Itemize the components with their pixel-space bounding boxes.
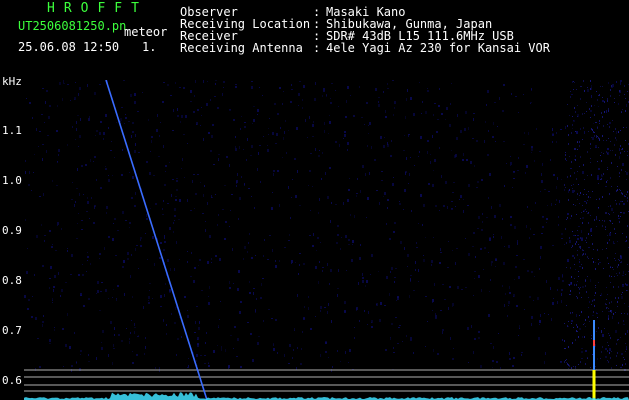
y-tick-label: 1.1 bbox=[2, 124, 22, 137]
station-info-label: Receiving Antenna bbox=[180, 41, 303, 55]
y-tick-label: 0.7 bbox=[2, 324, 22, 337]
event-type-label: meteor bbox=[124, 25, 168, 39]
station-info-row-antenna: Receiving Antenna bbox=[180, 42, 303, 54]
filename-label: UT2506081250.pn bbox=[18, 19, 127, 33]
timestamp-label: 25.06.08 12:50 bbox=[18, 40, 120, 54]
y-tick-label: 0.9 bbox=[2, 224, 22, 237]
hrofft-screen: HROFFT UT2506081250.pn meteor 25.06.08 1… bbox=[0, 0, 629, 400]
y-tick-label: 0.6 bbox=[2, 374, 22, 387]
waterfall-plot bbox=[24, 80, 629, 400]
station-info-separator: : bbox=[313, 41, 321, 55]
carrier-signal-marker bbox=[592, 320, 596, 400]
y-tick-label: 0.8 bbox=[2, 274, 22, 287]
waterfall-svg bbox=[24, 80, 629, 400]
app-brand: HROFFT bbox=[47, 1, 148, 16]
page-marker-label: 1. bbox=[142, 40, 157, 54]
y-axis-unit: kHz bbox=[2, 75, 22, 88]
station-info-value-antenna: 4ele Yagi Az 230 for Kansai VOR bbox=[326, 41, 550, 55]
y-tick-label: 1.0 bbox=[2, 174, 22, 187]
